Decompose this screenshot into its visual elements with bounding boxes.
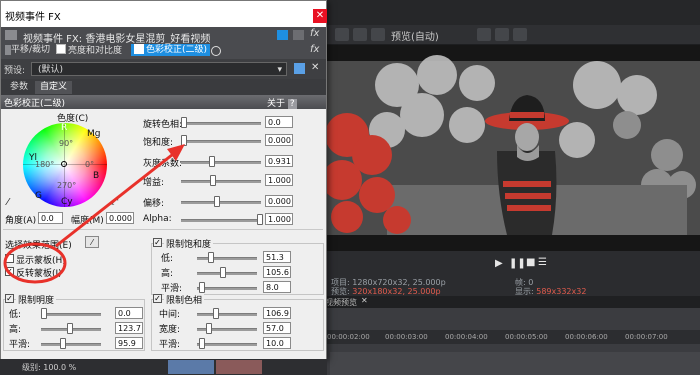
overlay-icon[interactable] xyxy=(477,28,491,41)
video-preview-tab[interactable]: 视频预览 ✕ xyxy=(325,296,700,308)
preview-quality-dropdown[interactable]: 预览(自动) xyxy=(391,28,439,43)
video-preview xyxy=(327,45,700,251)
copy-snapshot-icon[interactable] xyxy=(495,28,509,41)
timeline-track[interactable] xyxy=(330,352,700,375)
clip-thumbnail[interactable] xyxy=(168,360,214,374)
annotation-circle xyxy=(3,242,67,284)
transport-bar: ▶ ❚❚ ■ ☰ xyxy=(327,251,700,276)
stop-button[interactable]: ■ xyxy=(526,257,535,268)
clip-thumbnail[interactable] xyxy=(216,360,262,374)
annotation-overlay xyxy=(3,144,185,284)
pause-button[interactable]: ❚❚ xyxy=(509,258,526,269)
properties-icon[interactable] xyxy=(335,28,349,41)
menu-icon[interactable]: ☰ xyxy=(538,257,547,268)
play-button[interactable]: ▶ xyxy=(495,258,503,269)
preview-fx-icon[interactable] xyxy=(353,28,367,41)
split-screen-icon[interactable] xyxy=(371,28,385,41)
annotation-arrow-line xyxy=(55,149,178,248)
zoom-level: 级别: 100.0 % xyxy=(22,363,77,372)
close-tab-icon[interactable]: ✕ xyxy=(361,296,368,305)
preview-info: 项目: 1280x720x32, 25.000p 预览: 320x180x32,… xyxy=(327,276,700,296)
preview-toolbar: 预览(自动) xyxy=(327,25,700,45)
save-snapshot-icon[interactable] xyxy=(513,28,527,41)
video-frame-image xyxy=(327,45,700,251)
timeline-ruler[interactable]: 00:00:02:00 00:00:03:00 00:00:04:00 00:0… xyxy=(327,330,700,344)
status-bar: 级别: 100.0 % xyxy=(0,359,327,375)
video-event-fx-dialog: 视频事件 FX ✕ 视频事件 FX: 香港电影女星混剪_好看视频 fx 平移/裁… xyxy=(0,0,327,360)
